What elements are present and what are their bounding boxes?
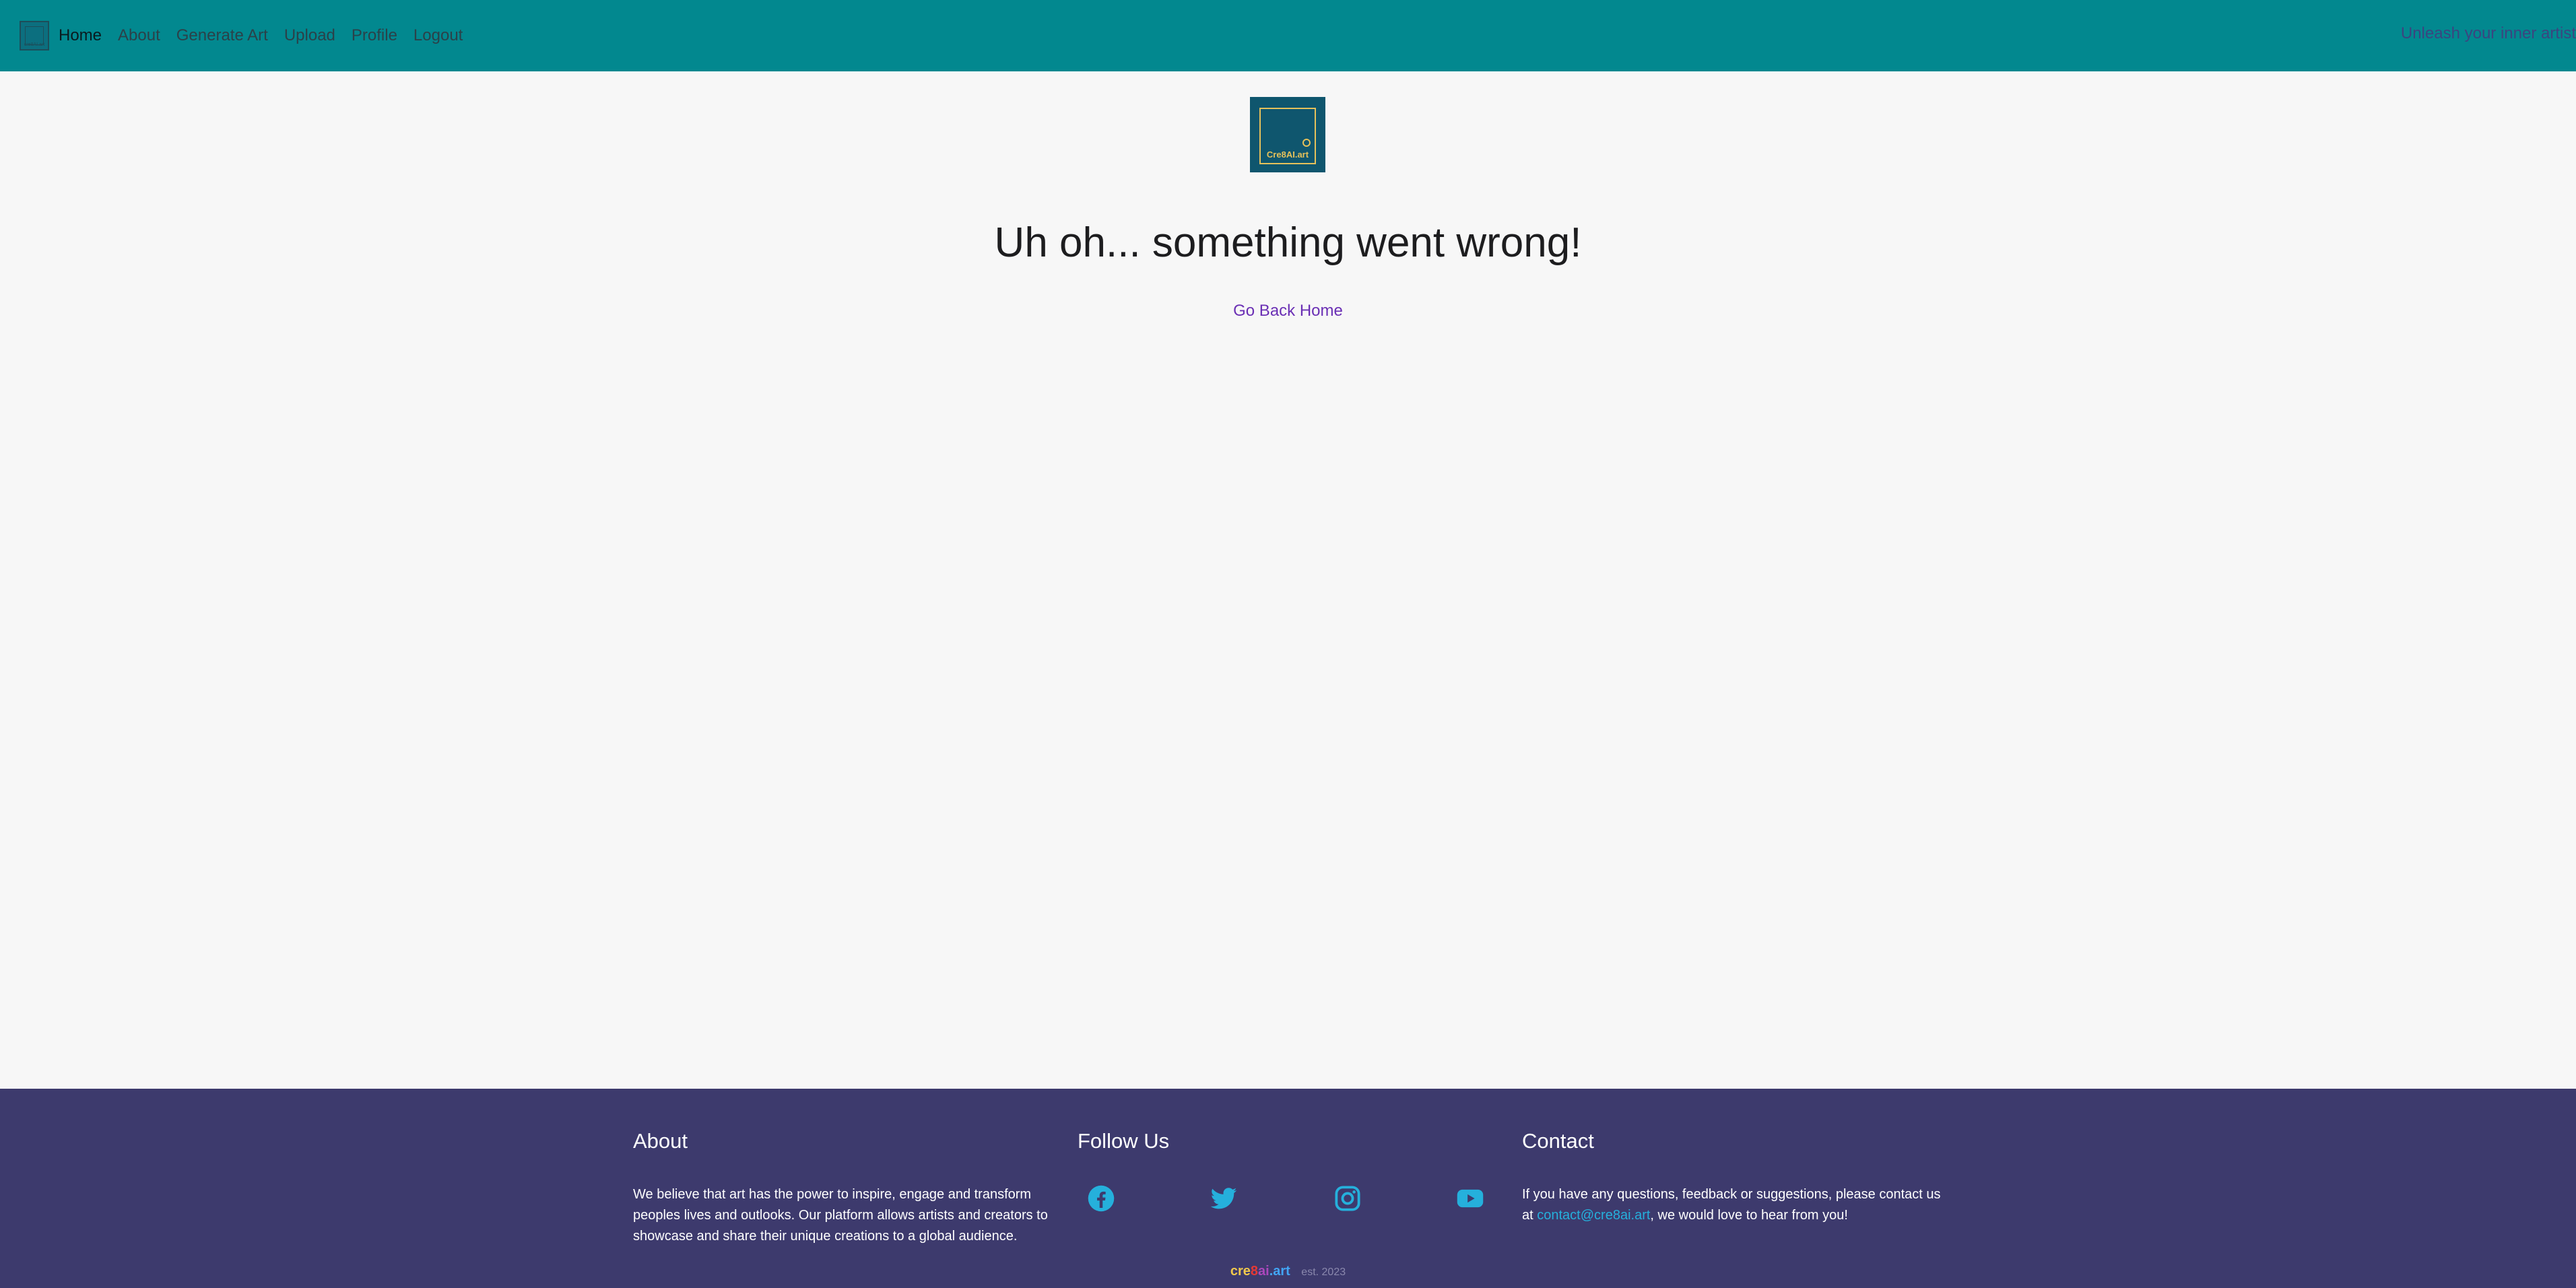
brand-part-4: .art: [1269, 1264, 1290, 1279]
footer-contact: Contact If you have any questions, feedb…: [1522, 1129, 1946, 1223]
nav-link-upload[interactable]: Upload: [284, 26, 335, 45]
footer-bottom: cre8ai.art est. 2023: [0, 1264, 2576, 1279]
twitter-icon[interactable]: [1210, 1184, 1238, 1213]
navbar: cre8AI.art Home About Generate Art Uploa…: [0, 0, 2576, 71]
nav-logo-text: cre8AI.art: [24, 42, 45, 47]
contact-text-after: , we would love to hear from you!: [1650, 1208, 1848, 1223]
youtube-icon[interactable]: [1456, 1184, 1484, 1213]
error-heading: Uh oh... something went wrong!: [994, 219, 1582, 266]
contact-email-link[interactable]: contact@cre8ai.art: [1537, 1208, 1650, 1223]
nav-logo[interactable]: cre8AI.art: [20, 21, 49, 50]
footer-about-title: About: [633, 1129, 688, 1153]
main-logo-text: Cre8AI.art: [1266, 149, 1309, 160]
nav-link-home[interactable]: Home: [59, 26, 102, 45]
social-icons: [1078, 1184, 1502, 1218]
footer-follow-title: Follow Us: [1078, 1129, 1170, 1153]
nav-link-logout[interactable]: Logout: [414, 26, 463, 45]
brand-part-3: ai: [1258, 1264, 1269, 1279]
main-logo: Cre8AI.art: [1250, 97, 1325, 172]
brand-part-2: 8: [1250, 1264, 1259, 1279]
footer-about: About We believe that art has the power …: [633, 1129, 1057, 1244]
facebook-icon[interactable]: [1087, 1184, 1115, 1213]
nav-links: Home About Generate Art Upload Profile L…: [59, 26, 479, 45]
nav-link-profile[interactable]: Profile: [352, 26, 397, 45]
footer-brand-logo[interactable]: cre8ai.art: [1230, 1264, 1290, 1279]
footer-follow: Follow Us: [1078, 1129, 1502, 1212]
brand-part-1: cre: [1230, 1264, 1251, 1279]
instagram-icon[interactable]: [1333, 1184, 1362, 1213]
established-text: est. 2023: [1301, 1266, 1346, 1278]
go-back-home-link[interactable]: Go Back Home: [0, 302, 2576, 320]
footer: About We believe that art has the power …: [0, 1089, 2576, 1288]
nav-link-generate-art[interactable]: Generate Art: [176, 26, 268, 45]
footer-about-text: We believe that art has the power to ins…: [633, 1187, 1048, 1244]
nav-link-about[interactable]: About: [118, 26, 160, 45]
footer-contact-text: If you have any questions, feedback or s…: [1522, 1184, 1946, 1226]
nav-tagline: Unleash your inner artist: [2400, 24, 2576, 42]
footer-contact-title: Contact: [1522, 1129, 1594, 1153]
